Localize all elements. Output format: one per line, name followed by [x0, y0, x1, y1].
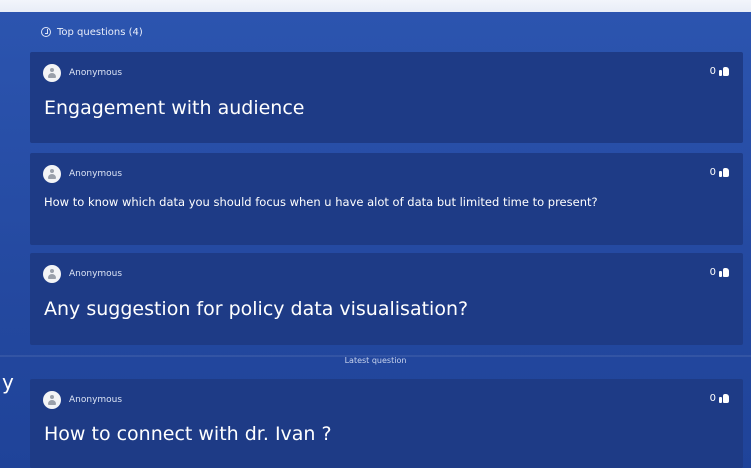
thumbs-up-icon	[719, 268, 729, 277]
avatar	[43, 64, 61, 82]
author-name: Anonymous	[69, 169, 123, 179]
thumbs-up-icon	[719, 67, 729, 76]
like-button[interactable]: 0	[710, 393, 729, 404]
top-questions-title: Top questions (4)	[57, 26, 143, 38]
thumbs-up-icon	[719, 394, 729, 403]
avatar	[43, 391, 61, 409]
question-author: Anonymous	[43, 165, 122, 183]
author-name: Anonymous	[69, 269, 123, 279]
question-author: Anonymous	[43, 265, 122, 283]
vote-count: 0	[709, 267, 716, 278]
question-text: Engagement with audience	[44, 97, 305, 119]
question-text: How to connect with dr. Ivan ?	[44, 423, 332, 445]
vote-count: 0	[709, 167, 716, 178]
author-name: Anonymous	[69, 68, 123, 78]
latest-question-label: Latest question	[344, 356, 407, 365]
question-text: Any suggestion for policy data visualisa…	[44, 298, 469, 320]
vote-count: 0	[709, 393, 716, 404]
author-name: Anonymous	[69, 395, 123, 405]
thumbs-up-icon	[719, 168, 729, 177]
question-circle-icon	[41, 27, 51, 37]
side-letter: y	[2, 370, 14, 394]
avatar	[43, 165, 61, 183]
top-questions-header: Top questions (4)	[41, 24, 143, 40]
question-author: Anonymous	[43, 391, 122, 409]
question-card: Anonymous 0 How to know which data you s…	[30, 153, 743, 245]
vote-count: 0	[709, 66, 716, 77]
like-button[interactable]: 0	[710, 267, 729, 278]
latest-question-card: Anonymous 0 How to connect with dr. Ivan…	[30, 379, 743, 468]
question-author: Anonymous	[43, 64, 122, 82]
question-text: How to know which data you should focus …	[44, 195, 598, 209]
like-button[interactable]: 0	[710, 66, 729, 77]
qa-panel: Top questions (4) Anonymous 0 Engagement…	[0, 0, 751, 468]
question-card: Anonymous 0 Engagement with audience	[30, 52, 743, 143]
avatar	[43, 265, 61, 283]
question-card: Anonymous 0 Any suggestion for policy da…	[30, 253, 743, 345]
like-button[interactable]: 0	[710, 167, 729, 178]
